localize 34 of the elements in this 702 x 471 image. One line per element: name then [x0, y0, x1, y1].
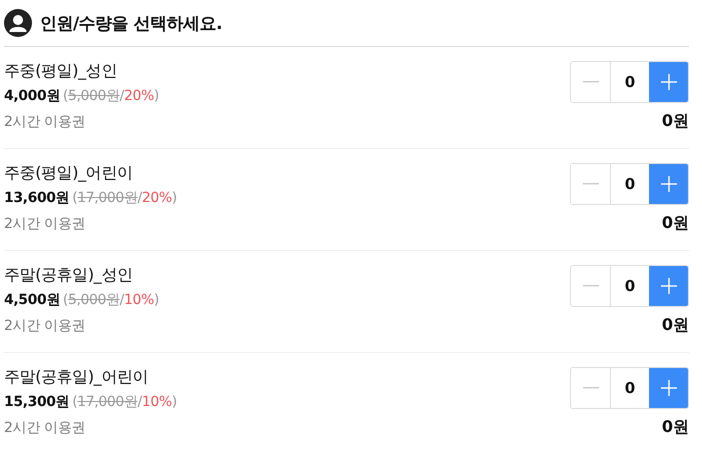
subtotal: 0원 — [662, 417, 689, 438]
plus-icon — [660, 74, 676, 90]
ticket-name: 주말(공휴일)_어린이 — [4, 367, 150, 388]
sale-price: 4,500원 — [4, 291, 60, 309]
ticket-description: 2시간 이용권 — [4, 419, 86, 437]
ticket-description: 2시간 이용권 — [4, 215, 86, 233]
sale-price: 13,600원 — [4, 189, 70, 207]
subtotal: 0원 — [662, 111, 689, 132]
increase-button[interactable] — [649, 266, 688, 306]
discount-note: (17,000원/10%) — [72, 393, 177, 411]
plus-icon — [660, 278, 676, 294]
increase-button[interactable] — [649, 62, 688, 102]
ticket-name: 주중(평일)_성인 — [4, 61, 118, 82]
ticket-name: 주중(평일)_어린이 — [4, 163, 134, 184]
minus-icon — [582, 81, 598, 83]
discount-note: (5,000원/20%) — [62, 87, 159, 105]
ticket-description: 2시간 이용권 — [4, 317, 86, 335]
discount-note: (5,000원/10%) — [62, 291, 159, 309]
minus-icon — [582, 183, 598, 185]
sale-price: 15,300원 — [4, 393, 70, 411]
increase-button[interactable] — [649, 164, 688, 204]
section-title: 인원/수량을 선택하세요. — [40, 12, 222, 34]
subtotal: 0원 — [662, 213, 689, 234]
sale-price: 4,000원 — [4, 87, 60, 105]
minus-icon — [582, 387, 598, 389]
subtotal: 0원 — [662, 315, 689, 336]
ticket-name: 주말(공휴일)_성인 — [4, 265, 134, 286]
increase-button[interactable] — [649, 368, 688, 408]
ticket-description: 2시간 이용권 — [4, 113, 86, 131]
discount-note: (17,000원/20%) — [72, 189, 177, 207]
minus-icon — [582, 285, 598, 287]
plus-icon — [660, 176, 676, 192]
user-icon — [4, 9, 32, 37]
plus-icon — [660, 380, 676, 396]
